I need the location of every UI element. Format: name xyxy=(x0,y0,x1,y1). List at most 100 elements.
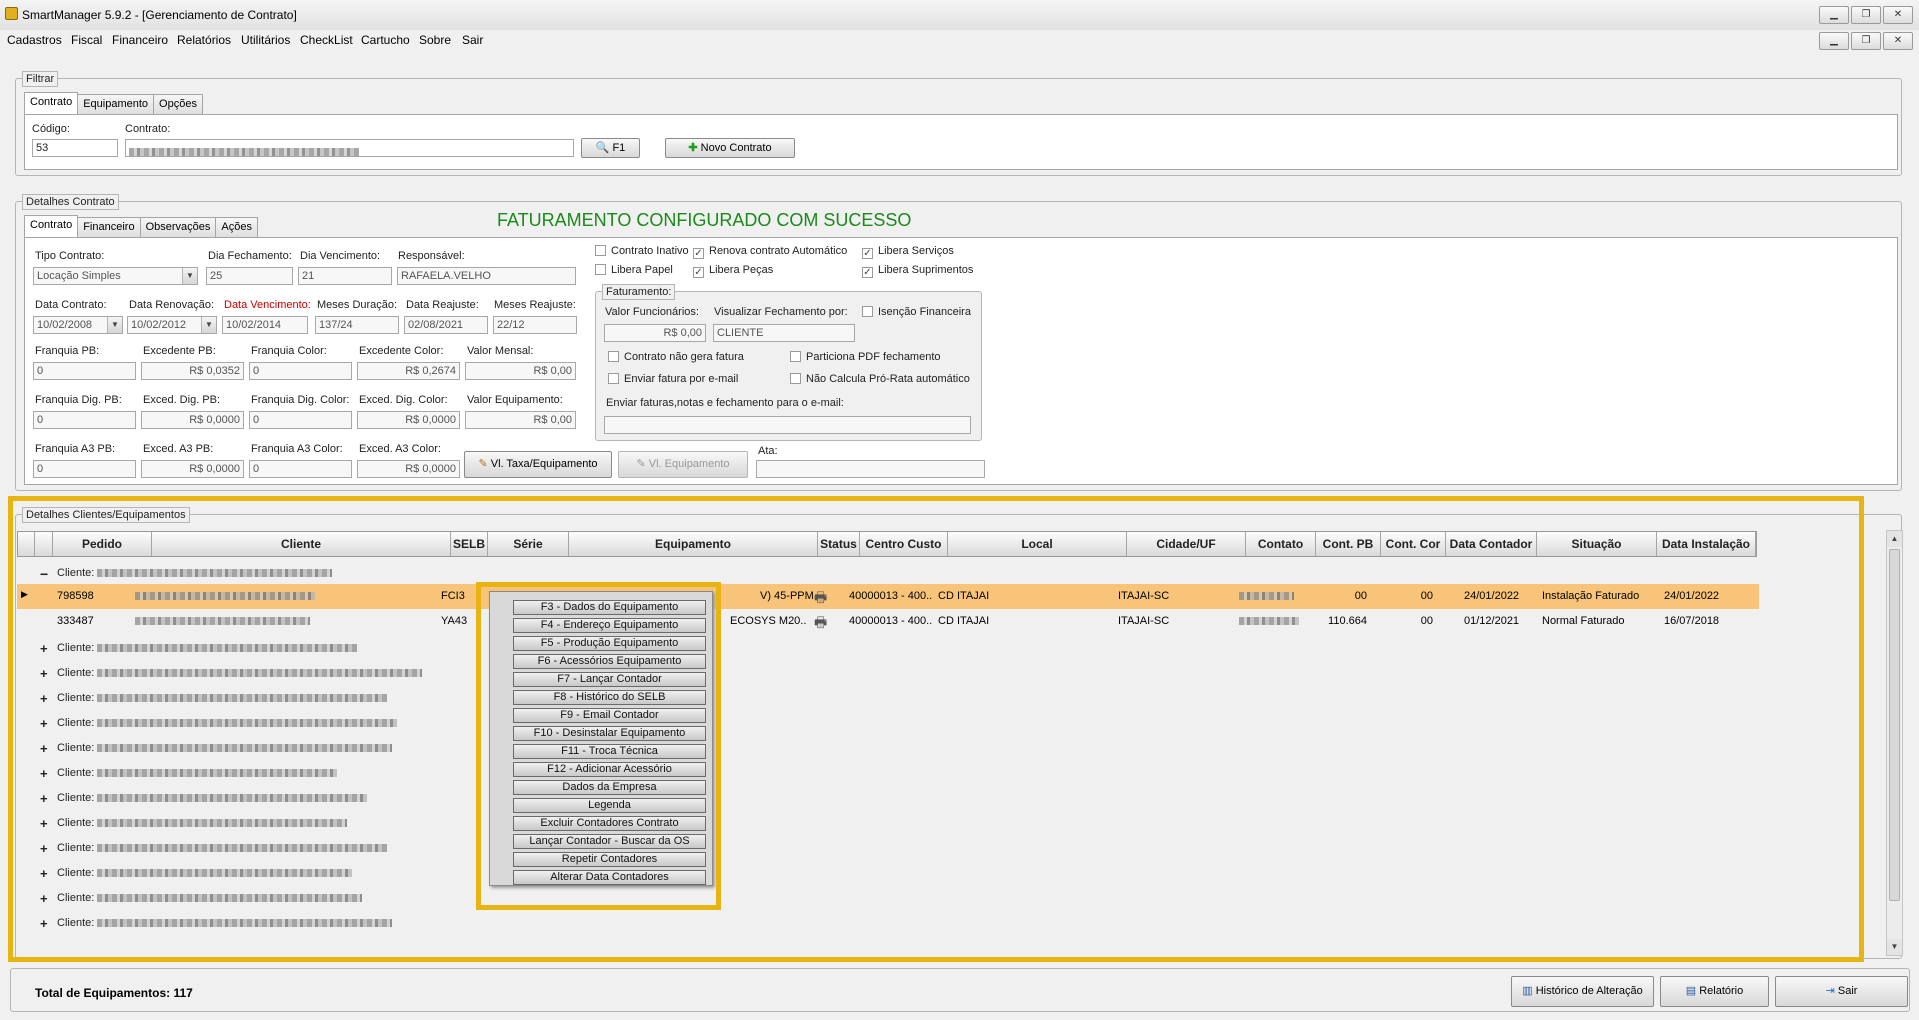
libera-papel-checkbox[interactable]: Libera Papel xyxy=(595,264,673,276)
dropdown-arrow-icon: ▼ xyxy=(182,268,197,284)
franquia-dig-pb-label: Franquia Dig. PB: xyxy=(35,394,122,406)
tab-financeiro[interactable]: Financeiro xyxy=(77,217,141,237)
valor-mensal-label: Valor Mensal: xyxy=(467,345,534,357)
meses-duracao-input[interactable]: 137/24 xyxy=(315,316,399,334)
close-icon[interactable]: ✕ xyxy=(1883,6,1913,24)
franquia-a3-pb-label: Franquia A3 PB: xyxy=(35,443,116,455)
details-tabs: Contrato Financeiro Observações Ações xyxy=(24,215,258,237)
franquia-dig-color-input[interactable]: 0 xyxy=(249,411,352,429)
footer-bar: Total de Equipamentos: 117 ▥ Histórico d… xyxy=(10,968,1910,1012)
mdi-restore-icon[interactable]: ❐ xyxy=(1851,32,1881,50)
sair-button[interactable]: ⇥ Sair xyxy=(1775,976,1908,1007)
exced-dig-color-label: Exced. Dig. Color: xyxy=(359,394,448,406)
franquia-color-input[interactable]: 0 xyxy=(249,362,352,380)
franquia-a3-color-input[interactable]: 0 xyxy=(249,460,352,478)
responsavel-input[interactable]: RAFAELA.VELHO xyxy=(397,267,576,285)
exced-dig-pb-input[interactable]: R$ 0,0000 xyxy=(141,411,244,429)
tipo-select[interactable]: Locação Simples ▼ xyxy=(33,267,198,285)
exced-a3-color-input[interactable]: R$ 0,0000 xyxy=(357,460,460,478)
dia-fechamento-label: Dia Fechamento: xyxy=(208,250,292,262)
data-contrato-input[interactable]: 10/02/2008 ▼ xyxy=(33,316,123,334)
pencil-icon: ✎ xyxy=(478,458,488,470)
calendar-dropdown-icon: ▼ xyxy=(201,317,216,333)
visualizar-fechamento-label: Visualizar Fechamento por: xyxy=(714,306,848,318)
nao-gera-fatura-checkbox[interactable]: Contrato não gera fatura xyxy=(608,351,744,363)
dia-fechamento-input[interactable]: 25 xyxy=(206,267,293,285)
tab-opcoes[interactable]: Opções xyxy=(153,94,203,114)
libera-servicos-checkbox[interactable]: ✓ Libera Serviços xyxy=(862,245,954,259)
menu-utilitarios[interactable]: Utilitários xyxy=(241,33,290,47)
renova-automatico-checkbox[interactable]: ✓ Renova contrato Automático xyxy=(693,245,847,259)
tab-contrato[interactable]: Contrato xyxy=(24,92,79,114)
exced-dig-color-input[interactable]: R$ 0,0000 xyxy=(357,411,460,429)
franquia-dig-pb-input[interactable]: 0 xyxy=(33,411,136,429)
valor-equipamento-label: Valor Equipamento: xyxy=(467,394,563,406)
menu-sobre[interactable]: Sobre xyxy=(419,33,451,47)
dia-vencimento-label: Dia Vencimento: xyxy=(300,250,381,262)
data-vencimento-input[interactable]: 10/02/2014 xyxy=(222,316,308,334)
enviar-fatura-email-checkbox[interactable]: Enviar fatura por e-mail xyxy=(608,373,738,385)
isencao-financeira-checkbox[interactable]: Isenção Financeira xyxy=(862,306,971,318)
franquia-pb-input[interactable]: 0 xyxy=(33,362,136,380)
report-icon: ▤ xyxy=(1685,985,1697,997)
email-input[interactable] xyxy=(604,416,971,434)
codigo-input[interactable]: 53 xyxy=(32,139,118,157)
relatorio-button[interactable]: ▤ Relatório xyxy=(1660,976,1769,1007)
exced-a3-pb-input[interactable]: R$ 0,0000 xyxy=(141,460,244,478)
contrato-inativo-checkbox[interactable]: Contrato Inativo xyxy=(595,245,689,257)
novo-contrato-button[interactable]: ✚ Novo Contrato xyxy=(665,138,795,158)
visualizar-fechamento-input[interactable]: CLIENTE xyxy=(713,324,855,342)
vl-equipamento-button[interactable]: ✎ Vl. Equipamento xyxy=(618,451,748,478)
exit-door-icon: ⇥ xyxy=(1825,985,1835,997)
excedente-color-input[interactable]: R$ 0,2674 xyxy=(357,362,460,380)
data-renovacao-label: Data Renovação: xyxy=(129,299,214,311)
data-renovacao-input[interactable]: 10/02/2012 ▼ xyxy=(127,316,217,334)
meses-duracao-label: Meses Duração: xyxy=(317,299,398,311)
dia-vencimento-input[interactable]: 21 xyxy=(298,267,392,285)
historico-alteracao-button[interactable]: ▥ Histórico de Alteração xyxy=(1511,976,1654,1007)
excedente-pb-label: Excedente PB: xyxy=(143,345,216,357)
ata-input[interactable] xyxy=(756,460,985,478)
responsavel-label: Responsável: xyxy=(398,250,465,262)
menu-cartucho[interactable]: Cartucho xyxy=(361,33,410,47)
menu-checklist[interactable]: CheckList xyxy=(300,33,353,47)
filter-legend: Filtrar xyxy=(22,71,59,87)
menu-sair[interactable]: Sair xyxy=(462,33,483,47)
calendar-dropdown-icon: ▼ xyxy=(107,317,122,333)
tab-acoes[interactable]: Ações xyxy=(215,217,258,237)
scroll-thumb[interactable] xyxy=(1889,549,1900,901)
excedente-pb-input[interactable]: R$ 0,0352 xyxy=(141,362,244,380)
meses-reajuste-input[interactable]: 22/12 xyxy=(493,316,577,334)
menu-relatorios[interactable]: Relatórios xyxy=(177,33,231,47)
franquia-pb-label: Franquia PB: xyxy=(35,345,100,357)
valor-mensal-input[interactable]: R$ 0,00 xyxy=(465,362,576,380)
libera-suprimentos-checkbox[interactable]: ✓ Libera Suprimentos xyxy=(862,264,973,278)
scroll-up-icon[interactable]: ▲ xyxy=(1887,531,1902,547)
tab-equipamento[interactable]: Equipamento xyxy=(77,94,155,114)
restore-icon[interactable]: ❐ xyxy=(1851,6,1881,24)
mdi-minimize-icon[interactable]: ▁ xyxy=(1819,32,1849,50)
menu-cadastros[interactable]: Cadastros xyxy=(7,33,62,47)
menu-financeiro[interactable]: Financeiro xyxy=(112,33,168,47)
franquia-a3-pb-input[interactable]: 0 xyxy=(33,460,136,478)
chart-icon: ▥ xyxy=(1522,985,1533,997)
f1-search-button[interactable]: 🔍 F1 xyxy=(581,138,640,158)
particiona-pdf-checkbox[interactable]: Particiona PDF fechamento xyxy=(790,351,941,363)
nao-calcula-prorata-checkbox[interactable]: Não Calcula Pró-Rata automático xyxy=(790,373,970,385)
menu-fiscal[interactable]: Fiscal xyxy=(71,33,102,47)
grid-scrollbar[interactable]: ▲ ▼ xyxy=(1886,530,1903,956)
valor-funcionarios-input[interactable]: R$ 0,00 xyxy=(604,324,706,342)
faturamento-legend: Faturamento: xyxy=(602,284,676,300)
vl-taxa-equipamento-button[interactable]: ✎ Vl. Taxa/Equipamento xyxy=(464,451,612,478)
scroll-down-icon[interactable]: ▼ xyxy=(1887,939,1902,955)
libera-pecas-checkbox[interactable]: ✓ Libera Peças xyxy=(693,264,773,278)
tab-detalhes-contrato[interactable]: Contrato xyxy=(24,215,79,237)
mdi-close-icon[interactable]: ✕ xyxy=(1883,32,1913,50)
minimize-icon[interactable]: ▁ xyxy=(1819,6,1849,24)
data-reajuste-input[interactable]: 02/08/2021 xyxy=(404,316,488,334)
contrato-input[interactable] xyxy=(125,139,574,157)
success-message: FATURAMENTO CONFIGURADO COM SUCESSO xyxy=(497,210,912,230)
email-label: Enviar faturas,notas e fechamento para o… xyxy=(606,397,844,409)
valor-equipamento-input[interactable]: R$ 0,00 xyxy=(465,411,576,429)
tab-observacoes[interactable]: Observações xyxy=(139,217,217,237)
